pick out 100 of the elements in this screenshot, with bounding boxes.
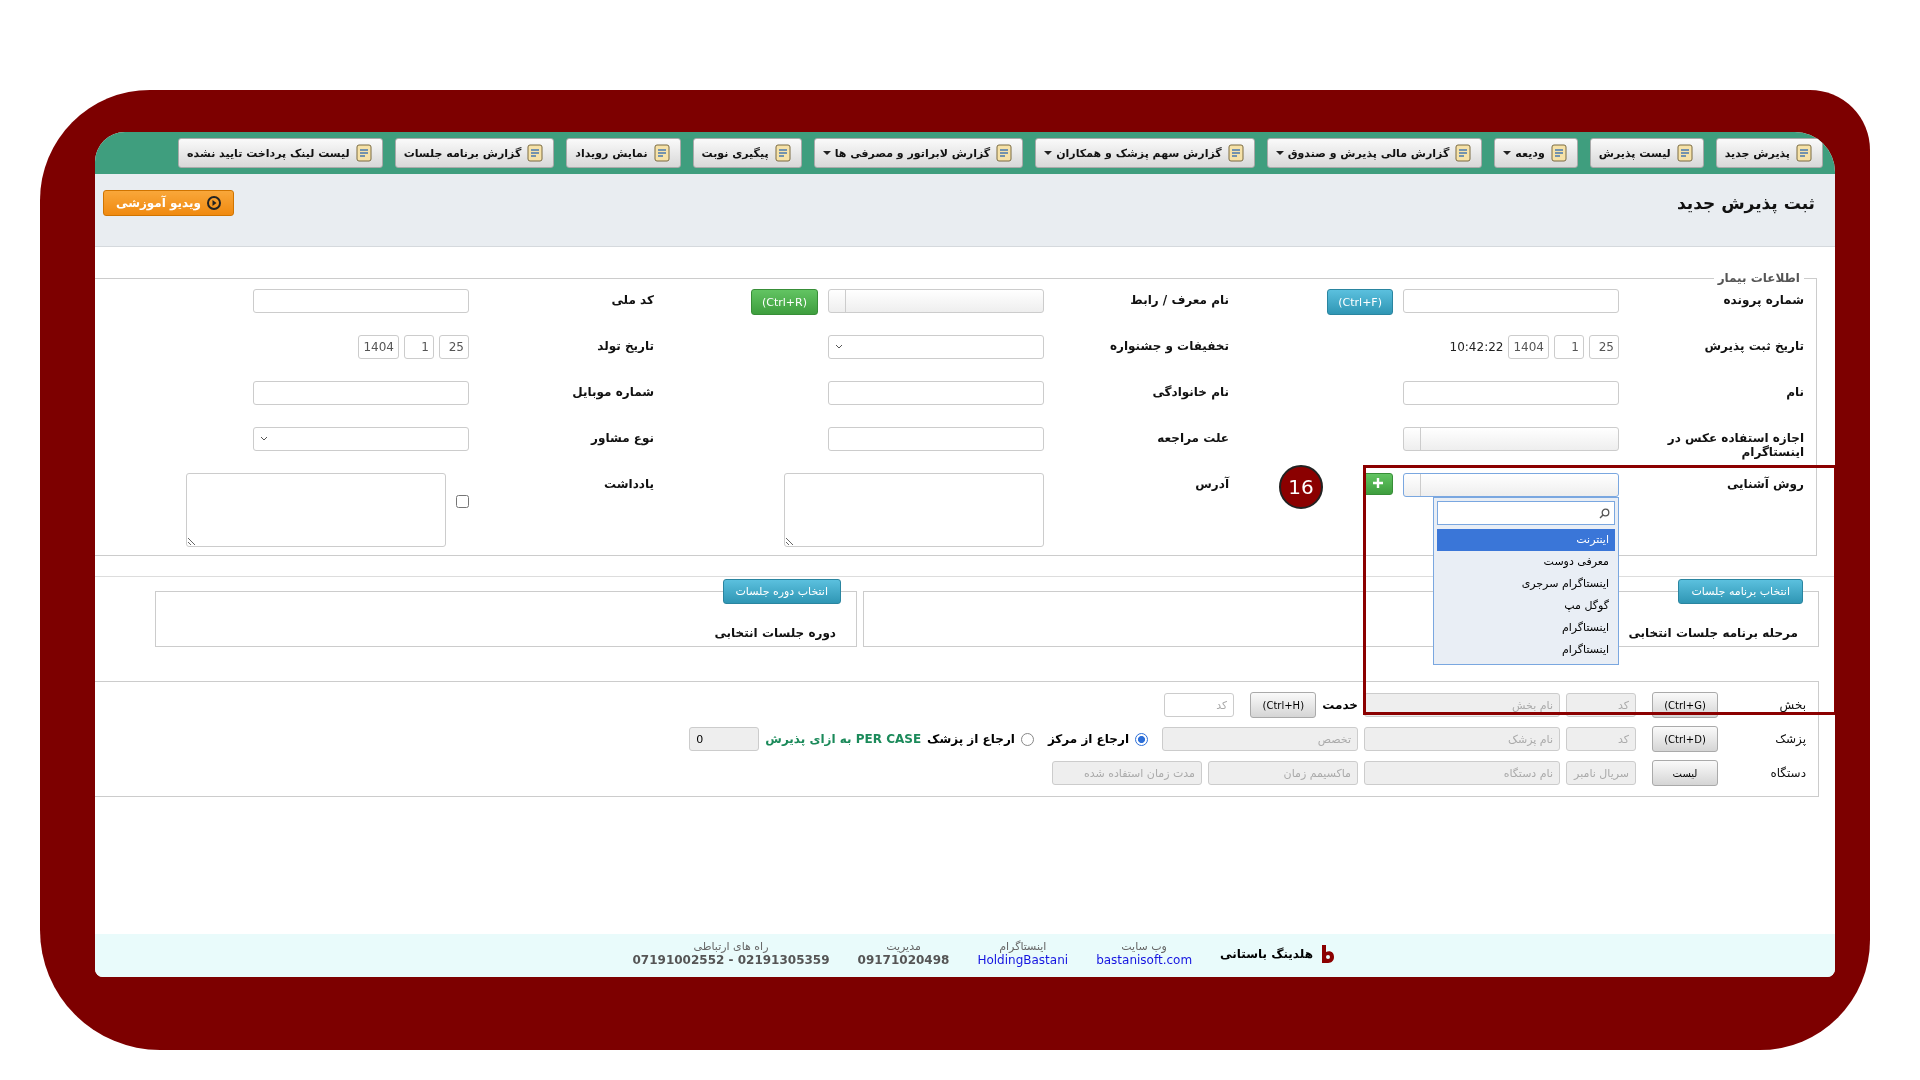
code-field[interactable]: کد [1164,693,1235,717]
text-field[interactable] [828,427,1044,451]
toolbar-button[interactable]: پیگیری نوبت [692,138,802,168]
dropdown-option[interactable]: اینستاگرام [1437,617,1615,639]
device-field[interactable]: نام دستگاه [1364,761,1560,785]
contact-link[interactable]: HoldingBastani [977,953,1069,967]
field-label: نام [1785,384,1804,399]
session-label: دوره جلسات انتخابی [714,626,836,640]
contact-link[interactable]: bastanisoft.com [1096,953,1193,967]
contact-title: راه های ارتباطی [693,940,769,953]
chevron-icon [835,344,843,350]
dropdown-option[interactable]: اینستاگرام [1437,639,1615,661]
contact-value: 07191002552 - 02191305359 [632,953,830,967]
document-icon [994,143,1015,163]
contact-value: 09171020498 [857,953,950,967]
code-field[interactable]: کد [1566,727,1636,751]
toolbar-button[interactable]: پذیرش جدید [1715,138,1823,168]
select-field[interactable] [828,335,1044,359]
date-select[interactable]: 1 [404,335,434,359]
specialty-field[interactable]: تخصص [1162,727,1358,751]
plus-icon [1373,477,1383,488]
select-field[interactable] [253,427,469,451]
row-label: خدمت [1322,698,1358,712]
dropdown-option[interactable]: گوگل مپ [1437,595,1615,617]
field-label: تاریخ تولد [596,338,654,353]
department-field[interactable]: نام بخش [1364,693,1560,717]
dropdown-option[interactable]: معرفی دوست [1437,551,1615,573]
text-field[interactable] [253,381,469,405]
field-label: شماره موبایل [571,384,654,399]
combo-field[interactable] [828,289,1044,313]
list-button[interactable]: (Ctrl+H) [1250,692,1317,718]
toolbar-button[interactable]: لیست پذیرش [1589,138,1704,168]
toolbar-button[interactable]: گزارش برنامه جلسات [394,138,555,168]
code-field[interactable]: کد [1566,693,1636,717]
device-field[interactable]: ماکسیمم زمان [1208,761,1358,785]
date-select[interactable]: 1404 [358,335,399,359]
text-field[interactable] [1403,289,1619,313]
field-label: یادداشت [603,476,654,491]
dropdown-option[interactable]: اینستاگرام سرجری [1437,573,1615,595]
list-button[interactable]: (Ctrl+D) [1652,726,1718,752]
radio-label: ارجاع از مرکز [1047,732,1129,746]
text-field[interactable] [1403,381,1619,405]
address-field[interactable] [784,473,1044,547]
radio-button[interactable] [1135,732,1148,746]
chevron-icon [260,436,268,442]
document-icon [1225,143,1246,163]
list-button[interactable]: لیست [1652,760,1718,786]
device-field[interactable]: سریال نامبر [1566,761,1636,785]
text-field[interactable] [253,289,469,313]
toolbar-button[interactable]: گزارش مالی پذیرش و صندوق [1266,138,1483,168]
play-icon [207,196,222,210]
toolbar-button[interactable]: نمایش رویداد [566,138,681,168]
toolbar-button[interactable]: گزارش لابراتور و مصرفی ها [813,138,1024,168]
field-label: روش آشنایی [1725,475,1804,491]
date-select[interactable]: 25 [439,335,469,359]
row-label: پزشک [1774,732,1806,746]
toolbar-button[interactable]: گزارش سهم پزشک و همکاران [1035,138,1255,168]
per-case-text: PER CASE به ازای پذیرش [765,732,922,746]
contact-title: وب سایت [1121,940,1167,953]
time-text: 10:42:22 [1449,340,1504,354]
page-title: ثبت پذیرش جدید [1676,193,1815,213]
logo-icon [1321,944,1335,963]
field-label: علت مراجعه [1156,430,1229,445]
contact-title: مدیریت [886,940,921,953]
caret-icon [1503,151,1512,155]
doctor-field[interactable]: نام پزشک [1364,727,1560,751]
date-select[interactable]: 1404 [1508,335,1549,359]
combo-field[interactable] [1403,427,1619,451]
section-legend: اطلاعات بیمار [1713,271,1804,285]
radio-label: ارجاع از پزشک [927,732,1015,746]
date-select[interactable]: 25 [1589,335,1619,359]
document-icon [525,143,546,163]
document-icon [772,143,793,163]
device-field[interactable]: مدت زمان استفاده شده [1052,761,1202,785]
dropdown-option[interactable]: اینترنت [1437,529,1615,551]
search-icon [1599,507,1610,519]
combo-field[interactable] [1403,473,1619,497]
document-icon [1453,143,1474,163]
document-icon [1674,143,1695,163]
note-field[interactable] [186,473,446,547]
field-label: شماره پرونده [1722,292,1804,307]
toolbar-button[interactable]: ودیعه [1494,138,1578,168]
document-icon [1794,143,1814,163]
text-field[interactable] [828,381,1044,405]
toolbar-button[interactable]: لیست لینک پرداخت تایید نشده [178,138,383,168]
field-label: تخفیفات و جشنواره [1108,338,1229,353]
date-select[interactable]: 1 [1554,335,1584,359]
row-label: بخش [1778,698,1806,712]
contact-title: اینستاگرام [999,940,1047,953]
document-icon [651,143,672,163]
field-label: کد ملی [610,292,654,307]
caret-icon [1275,151,1284,155]
caret-icon [822,151,831,155]
search-field[interactable] [1437,501,1615,525]
brand-name: هلدینگ باستانی [1220,946,1313,961]
field-label: آدرس [1194,475,1229,491]
per-case-field[interactable]: 0 [689,727,760,751]
session-label: مرحله برنامه جلسات انتخابی [1628,626,1798,640]
note-checkbox[interactable] [456,495,469,508]
document-icon [353,143,374,163]
